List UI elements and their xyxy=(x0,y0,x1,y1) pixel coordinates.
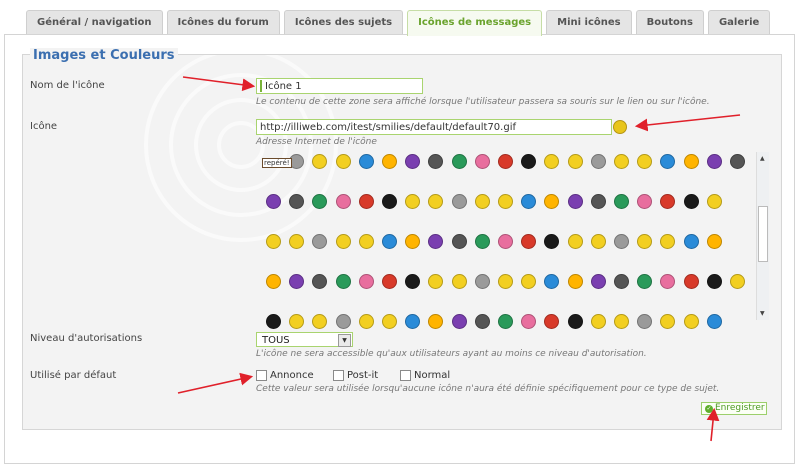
arrow-to-icon-preview-icon xyxy=(634,114,741,132)
arrow-to-save-button-icon xyxy=(706,407,720,442)
arrow-to-checkboxes-icon xyxy=(177,372,254,394)
arrow-to-name-field-icon xyxy=(182,76,256,92)
annotation-arrows xyxy=(177,76,741,442)
